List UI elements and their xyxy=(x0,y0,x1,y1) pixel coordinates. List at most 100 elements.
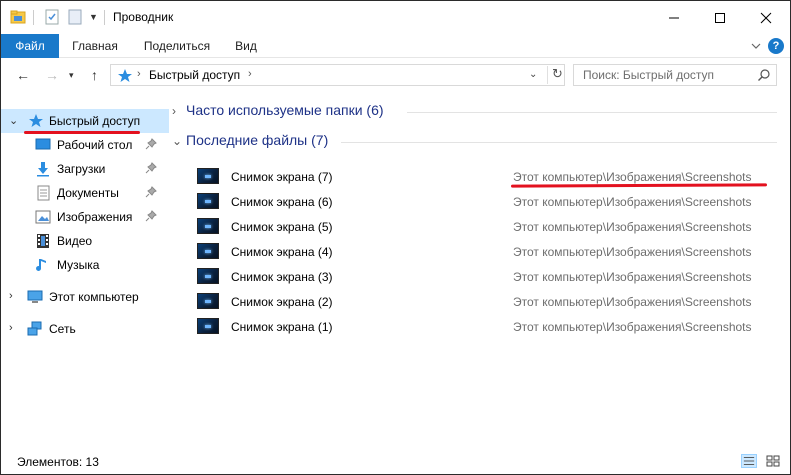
breadcrumb-separator-icon[interactable]: › xyxy=(248,68,252,80)
file-name: Снимок экрана (3) xyxy=(231,270,333,284)
details-view-icon[interactable] xyxy=(741,454,757,468)
quick-access-dropdown-icon[interactable]: ▼ xyxy=(89,12,98,22)
explorer-window: ▼ Проводник Файл Главная Поделиться Вид … xyxy=(0,0,791,475)
minimize-button[interactable] xyxy=(651,1,697,34)
desktop-icon xyxy=(35,138,51,150)
music-icon xyxy=(36,259,46,271)
group-heading: Часто используемые папки (6) xyxy=(186,102,384,118)
status-bar: Элементов: 13 xyxy=(1,449,790,474)
tab-share[interactable]: Поделиться xyxy=(137,34,217,58)
file-row[interactable]: Снимок экрана (5) Этот компьютер\Изображ… xyxy=(169,214,769,239)
expand-ribbon-chevron-icon[interactable] xyxy=(750,40,762,52)
nav-item-pictures[interactable]: Изображения xyxy=(1,205,169,229)
screenshot-thumbnail-icon xyxy=(197,243,219,259)
nav-item-music[interactable]: Музыка xyxy=(1,253,169,277)
tab-view[interactable]: Вид xyxy=(227,34,265,58)
close-button[interactable] xyxy=(743,1,789,34)
breadcrumb-separator-icon[interactable]: › xyxy=(137,68,141,80)
downloads-icon xyxy=(37,162,49,177)
nav-item-quick-access[interactable]: ⌄ Быстрый доступ xyxy=(1,109,169,133)
file-path: Этот компьютер\Изображения\Screenshots xyxy=(513,245,752,259)
file-path: Этот компьютер\Изображения\Screenshots xyxy=(513,195,752,209)
content-pane: › Часто используемые папки (6) ⌄ Последн… xyxy=(169,93,790,449)
help-button[interactable]: ? xyxy=(768,38,784,54)
new-folder-icon[interactable] xyxy=(67,9,83,25)
screenshot-thumbnail-icon xyxy=(197,293,219,309)
group-recent-files[interactable]: ⌄ Последние файлы (7) xyxy=(169,131,779,153)
file-name: Снимок экрана (4) xyxy=(231,245,333,259)
group-divider xyxy=(407,112,777,113)
screenshot-thumbnail-icon xyxy=(197,168,219,184)
computer-icon xyxy=(27,290,43,303)
chevron-right-icon[interactable]: › xyxy=(172,104,176,118)
window-title: Проводник xyxy=(113,10,174,24)
items-count: Элементов: 13 xyxy=(17,455,99,469)
recent-locations-chevron-icon[interactable]: ▾ xyxy=(69,70,74,81)
up-arrow-icon[interactable]: ↑ xyxy=(91,67,98,83)
file-path: Этот компьютер\Изображения\Screenshots xyxy=(513,270,752,284)
maximize-button[interactable] xyxy=(697,1,743,34)
screenshot-thumbnail-icon xyxy=(197,318,219,334)
folder-icon[interactable] xyxy=(10,9,26,25)
chevron-down-icon[interactable]: ⌄ xyxy=(9,114,18,127)
forward-arrow-icon[interactable]: → xyxy=(45,67,59,83)
screenshot-thumbnail-icon xyxy=(197,193,219,209)
group-frequent-folders[interactable]: › Часто используемые папки (6) xyxy=(169,101,779,123)
file-name: Снимок экрана (5) xyxy=(231,220,333,234)
nav-label: Этот компьютер xyxy=(49,290,139,304)
nav-item-desktop[interactable]: Рабочий стол xyxy=(1,133,169,157)
chevron-right-icon[interactable]: › xyxy=(9,322,13,334)
file-path: Этот компьютер\Изображения\Screenshots xyxy=(513,320,752,334)
file-name: Снимок экрана (2) xyxy=(231,295,333,309)
nav-label: Изображения xyxy=(57,210,133,224)
tab-file[interactable]: Файл xyxy=(1,34,59,58)
file-name: Снимок экрана (6) xyxy=(231,195,333,209)
nav-item-videos[interactable]: Видео xyxy=(1,229,169,253)
chevron-down-icon[interactable]: ⌄ xyxy=(172,134,182,148)
nav-item-this-pc[interactable]: › Этот компьютер xyxy=(1,285,169,309)
file-row[interactable]: Снимок экрана (3) Этот компьютер\Изображ… xyxy=(169,264,769,289)
nav-label: Быстрый доступ xyxy=(49,114,141,128)
quick-access-star-icon xyxy=(118,69,132,82)
large-icons-view-icon[interactable] xyxy=(765,454,781,468)
title-separator xyxy=(104,10,105,25)
nav-item-downloads[interactable]: Загрузки xyxy=(1,157,169,181)
tab-home[interactable]: Главная xyxy=(65,34,125,58)
nav-label: Музыка xyxy=(57,258,100,272)
file-row[interactable]: Снимок экрана (1) Этот компьютер\Изображ… xyxy=(169,314,769,339)
ribbon-tabs: Файл Главная Поделиться Вид ? xyxy=(1,34,790,58)
navigation-pane: ⌄ Быстрый доступ Рабочий стол Загрузки Д… xyxy=(1,93,169,449)
file-row[interactable]: Снимок экрана (6) Этот компьютер\Изображ… xyxy=(169,189,769,214)
search-input[interactable]: Поиск: Быстрый доступ xyxy=(573,64,777,86)
file-row[interactable]: Снимок экрана (2) Этот компьютер\Изображ… xyxy=(169,289,769,314)
pin-icon[interactable] xyxy=(145,162,157,174)
group-divider xyxy=(341,142,777,143)
properties-icon[interactable] xyxy=(44,9,60,25)
pin-icon[interactable] xyxy=(145,138,157,150)
file-row[interactable]: Снимок экрана (4) Этот компьютер\Изображ… xyxy=(169,239,769,264)
minimize-icon xyxy=(669,17,679,18)
nav-label: Рабочий стол xyxy=(57,138,133,152)
maximize-icon xyxy=(715,12,725,23)
refresh-icon[interactable]: ↻ xyxy=(547,66,563,84)
quick-access-separator xyxy=(33,10,34,25)
nav-label: Сеть xyxy=(49,322,76,336)
chevron-right-icon[interactable]: › xyxy=(9,290,13,302)
search-icon[interactable] xyxy=(757,68,771,82)
address-bar[interactable]: › Быстрый доступ › ⌄ ↻ xyxy=(110,64,565,86)
videos-icon xyxy=(37,234,49,248)
nav-item-documents[interactable]: Документы xyxy=(1,181,169,205)
breadcrumb-quick-access[interactable]: Быстрый доступ xyxy=(149,68,240,82)
file-name: Снимок экрана (1) xyxy=(231,320,333,334)
file-path: Этот компьютер\Изображения\Screenshots xyxy=(513,170,752,184)
search-placeholder: Поиск: Быстрый доступ xyxy=(583,68,715,82)
close-icon xyxy=(760,12,772,23)
pin-icon[interactable] xyxy=(145,186,157,198)
group-heading: Последние файлы (7) xyxy=(186,132,329,148)
back-arrow-icon[interactable]: ← xyxy=(16,67,30,83)
address-dropdown-icon[interactable]: ⌄ xyxy=(529,69,537,80)
nav-item-network[interactable]: › Сеть xyxy=(1,317,169,341)
file-name: Снимок экрана (7) xyxy=(231,170,333,184)
pin-icon[interactable] xyxy=(145,210,157,222)
pictures-icon xyxy=(35,210,51,224)
